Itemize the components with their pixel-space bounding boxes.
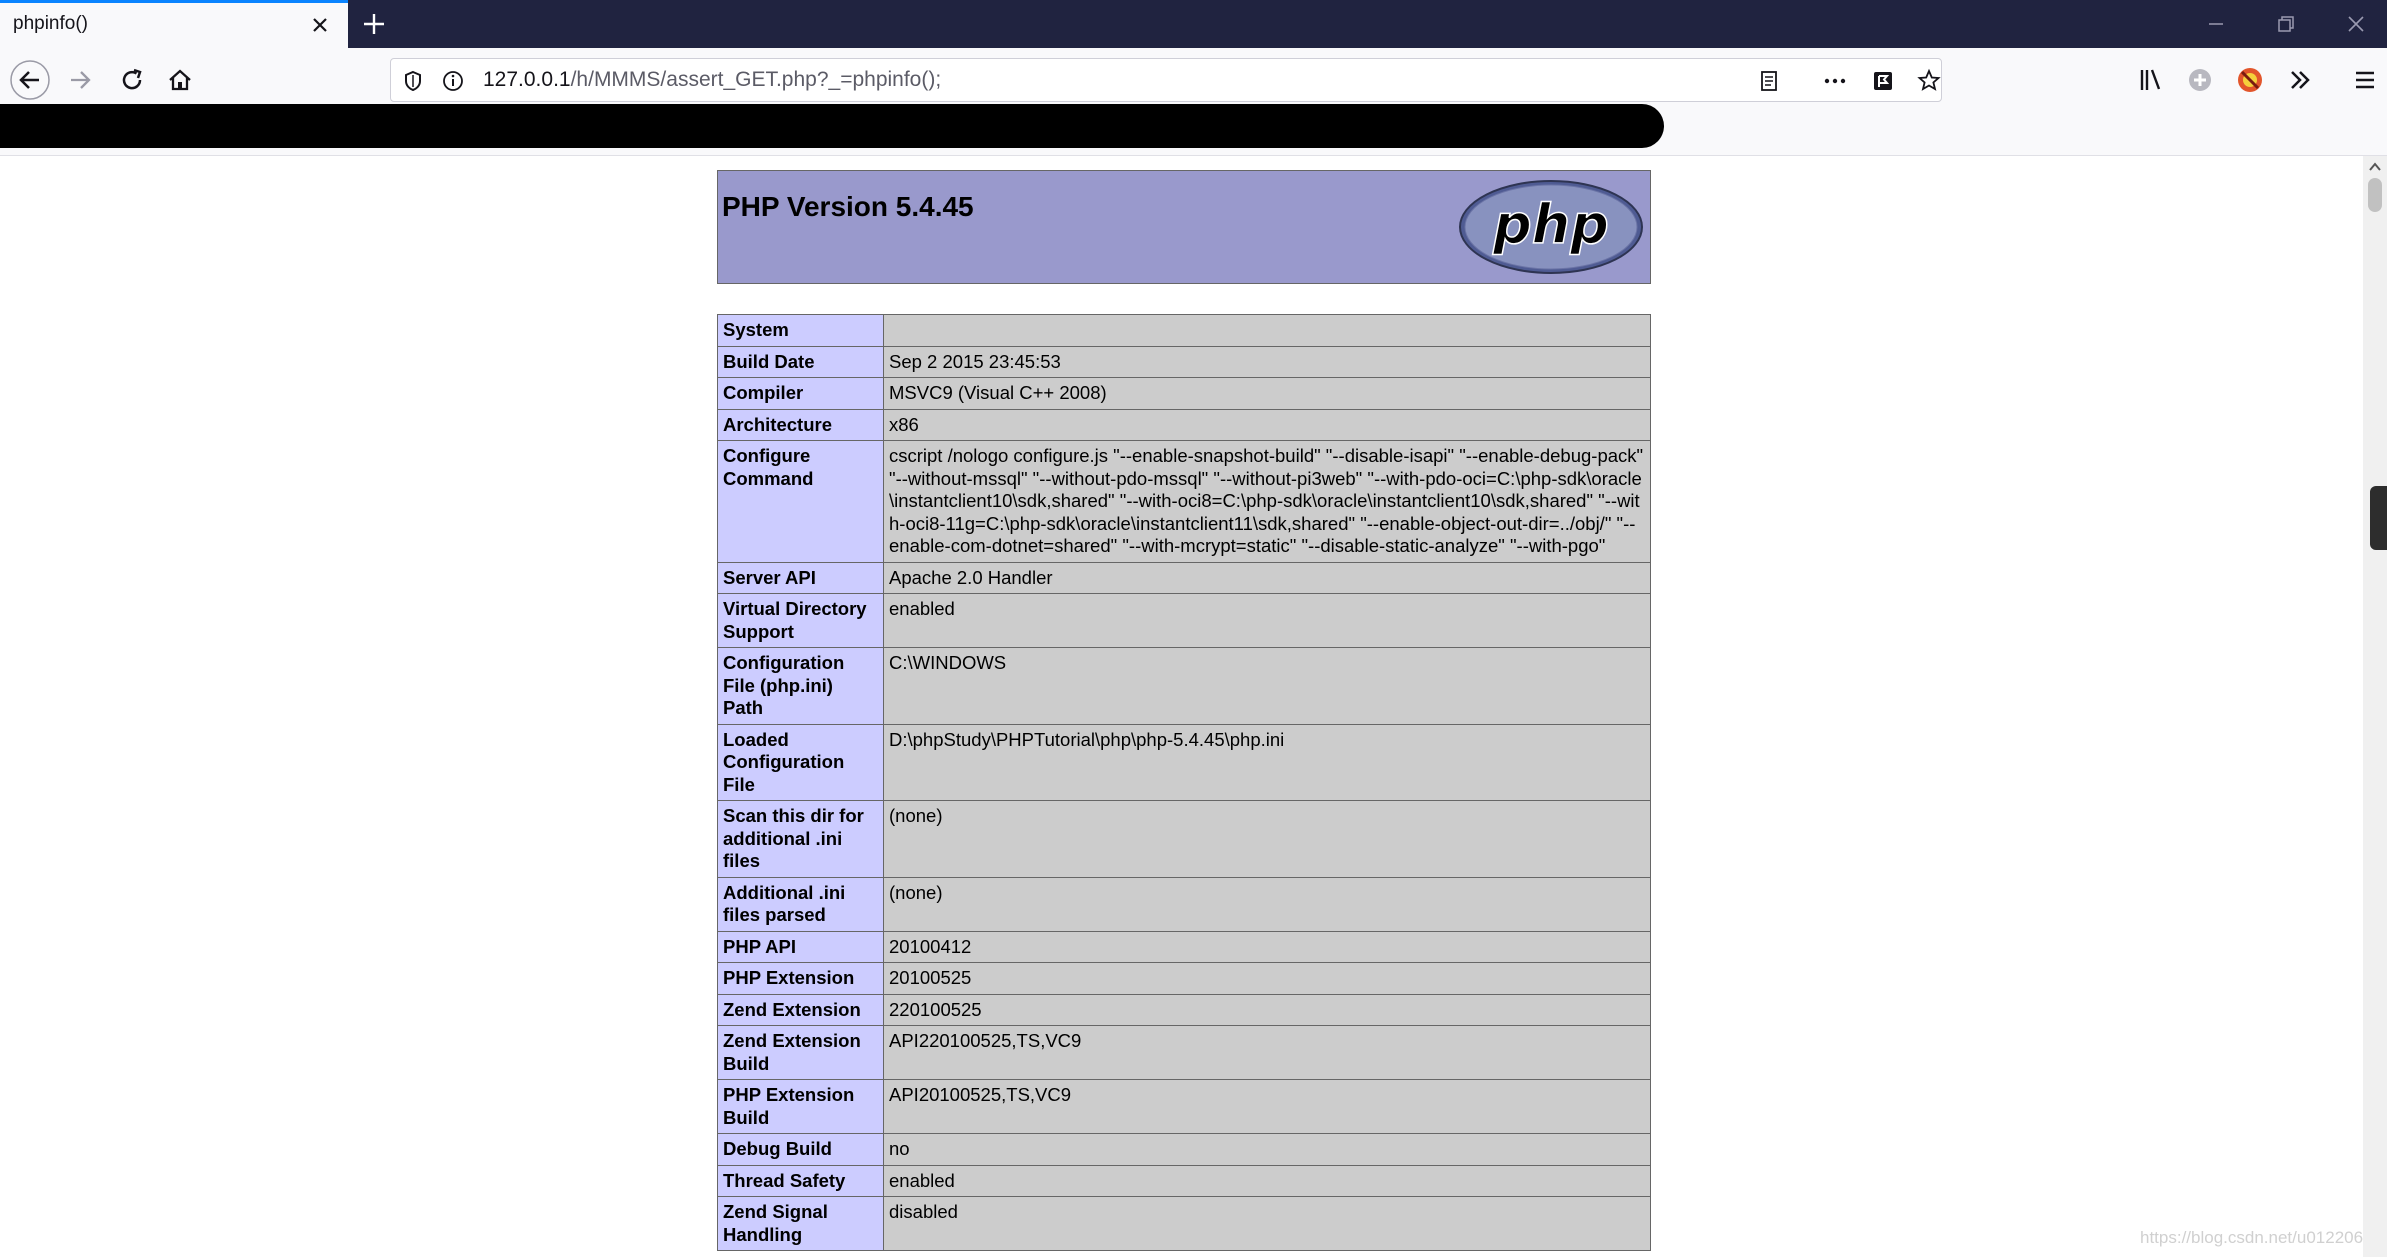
row-value: API220100525,TS,VC9 [883, 1025, 1651, 1080]
row-value: (none) [883, 800, 1651, 878]
row-value: D:\phpStudy\PHPTutorial\php\php-5.4.45\p… [883, 723, 1651, 801]
watermark: https://blog.csdn.net/u012206617 [2140, 1228, 2387, 1247]
table-row: Thread Safety enabled [717, 1164, 1651, 1197]
row-label: Thread Safety [717, 1164, 884, 1197]
row-value: 20100412 [883, 930, 1651, 963]
row-label: Zend Extension Build [717, 1025, 884, 1080]
php-logo-text: php [1492, 193, 1609, 256]
row-label: Scan this dir for additional .ini files [717, 800, 884, 878]
row-label: Additional .ini files parsed [717, 876, 884, 932]
php-logo: php [1459, 180, 1643, 274]
extension-icon[interactable] [2180, 60, 2220, 100]
row-value: enabled [883, 1164, 1651, 1197]
table-row: Configure Command cscript /nologo configu… [717, 440, 1651, 563]
table-row: Compiler MSVC9 (Visual C++ 2008) [717, 377, 1651, 410]
row-value: C:\WINDOWS [883, 647, 1651, 725]
table-row: Loaded Configuration File D:\phpStudy\PHP… [717, 723, 1651, 801]
row-value: enabled [883, 593, 1651, 648]
row-label: Virtual Directory Support [717, 593, 884, 648]
row-label: PHP Extension Build [717, 1079, 884, 1134]
scrollbar-thumb[interactable] [2368, 178, 2382, 212]
library-icon[interactable] [2130, 60, 2170, 100]
restore-icon[interactable] [2270, 8, 2302, 40]
shield-icon[interactable] [399, 67, 427, 95]
plus-icon[interactable] [358, 8, 390, 40]
address-bar[interactable]: 127.0.0.1/h/MMMS/assert_GET.php?_=phpinf… [390, 58, 1942, 102]
table-row: Server API Apache 2.0 Handler [717, 561, 1651, 594]
pocket-icon[interactable] [1869, 67, 1897, 95]
row-value: 20100525 [883, 962, 1651, 995]
overflow-icon[interactable] [2280, 60, 2320, 100]
table-row: PHP Extension 20100525 [717, 962, 1651, 995]
row-label: Configuration File (php.ini) Path [717, 647, 884, 725]
table-row: Build Date Sep 2 2015 23:45:53 [717, 345, 1651, 378]
tab-bar: phpinfo() [0, 0, 2387, 48]
scroll-up-arrow-icon[interactable] [2367, 160, 2383, 174]
minimize-icon[interactable] [2200, 8, 2232, 40]
adblock-icon[interactable] [2230, 60, 2270, 100]
back-icon[interactable] [10, 60, 50, 100]
table-row: Debug Build no [717, 1133, 1651, 1166]
row-value: Apache 2.0 Handler [883, 561, 1651, 594]
row-label: Loaded Configuration File [717, 723, 884, 801]
row-value: x86 [883, 408, 1651, 441]
row-label: Configure Command [717, 440, 884, 563]
row-value [883, 314, 1651, 347]
row-label: PHP API [717, 930, 884, 963]
row-label: Zend Extension [717, 993, 884, 1026]
sidebar-handle[interactable] [2370, 486, 2387, 550]
php-info-table: System Build Date Sep 2 2015 23:45:53 Compi… [717, 314, 1651, 1251]
table-row: Zend Extension 220100525 [717, 993, 1651, 1026]
row-value: MSVC9 (Visual C++ 2008) [883, 377, 1651, 410]
tab-phpinfo[interactable]: phpinfo() [0, 0, 348, 48]
url-text[interactable]: 127.0.0.1/h/MMMS/assert_GET.php?_=phpinf… [483, 68, 941, 92]
info-icon[interactable] [439, 67, 467, 95]
page-title: PHP Version 5.4.45 [722, 191, 974, 222]
home-icon[interactable] [160, 60, 200, 100]
redaction-bar [0, 104, 1664, 148]
row-label: Debug Build [717, 1133, 884, 1166]
close-icon[interactable] [306, 11, 334, 39]
more-icon[interactable] [1821, 67, 1849, 95]
row-value: Sep 2 2015 23:45:53 [883, 345, 1651, 378]
table-row: Scan this dir for additional .ini files(… [717, 800, 1651, 878]
row-label: Server API [717, 561, 884, 594]
row-label: System [717, 314, 884, 347]
php-version-header: PHP Version 5.4.45 php [717, 170, 1651, 284]
close-window-icon[interactable] [2340, 8, 2372, 40]
reload-icon[interactable] [112, 60, 152, 100]
table-row: Zend Signal Handling disabled [717, 1196, 1651, 1251]
url-host: 127.0.0.1 [483, 68, 571, 91]
url-path: /h/MMMS/assert_GET.php?_=phpinfo(); [570, 68, 942, 91]
info-table-body: System Build Date Sep 2 2015 23:45:53 Compi… [717, 314, 1651, 1251]
star-icon[interactable] [1915, 67, 1943, 95]
reader-view-icon[interactable] [1755, 67, 1783, 95]
row-value: disabled [883, 1196, 1651, 1251]
table-row: Zend Extension Build API220100525,TS,VC9 [717, 1025, 1651, 1080]
table-row: System [717, 314, 1651, 347]
row-value: no [883, 1133, 1651, 1166]
menu-icon[interactable] [2345, 60, 2385, 100]
table-row: PHP Extension Build API20100525,TS,VC9 [717, 1079, 1651, 1134]
row-value: (none) [883, 876, 1651, 932]
table-row: PHP API 20100412 [717, 930, 1651, 963]
row-value: cscript /nologo configure.js "--enable-s… [883, 440, 1651, 563]
navigation-toolbar: 127.0.0.1/h/MMMS/assert_GET.php?_=phpinf… [0, 48, 2387, 112]
table-row: Configuration File (php.ini) Path C:\WIND… [717, 647, 1651, 725]
vertical-scrollbar[interactable] [2363, 156, 2387, 1257]
table-row: Virtual Directory Support enabled [717, 593, 1651, 648]
row-label: Architecture [717, 408, 884, 441]
table-row: Additional .ini files parsed (none) [717, 876, 1651, 932]
table-row: Architecture x86 [717, 408, 1651, 441]
row-label: Zend Signal Handling [717, 1196, 884, 1251]
row-label: PHP Extension [717, 962, 884, 995]
row-value: 220100525 [883, 993, 1651, 1026]
row-label: Build Date [717, 345, 884, 378]
forward-icon[interactable] [60, 60, 100, 100]
tab-title: phpinfo() [13, 13, 88, 34]
row-value: API20100525,TS,VC9 [883, 1079, 1651, 1134]
row-label: Compiler [717, 377, 884, 410]
